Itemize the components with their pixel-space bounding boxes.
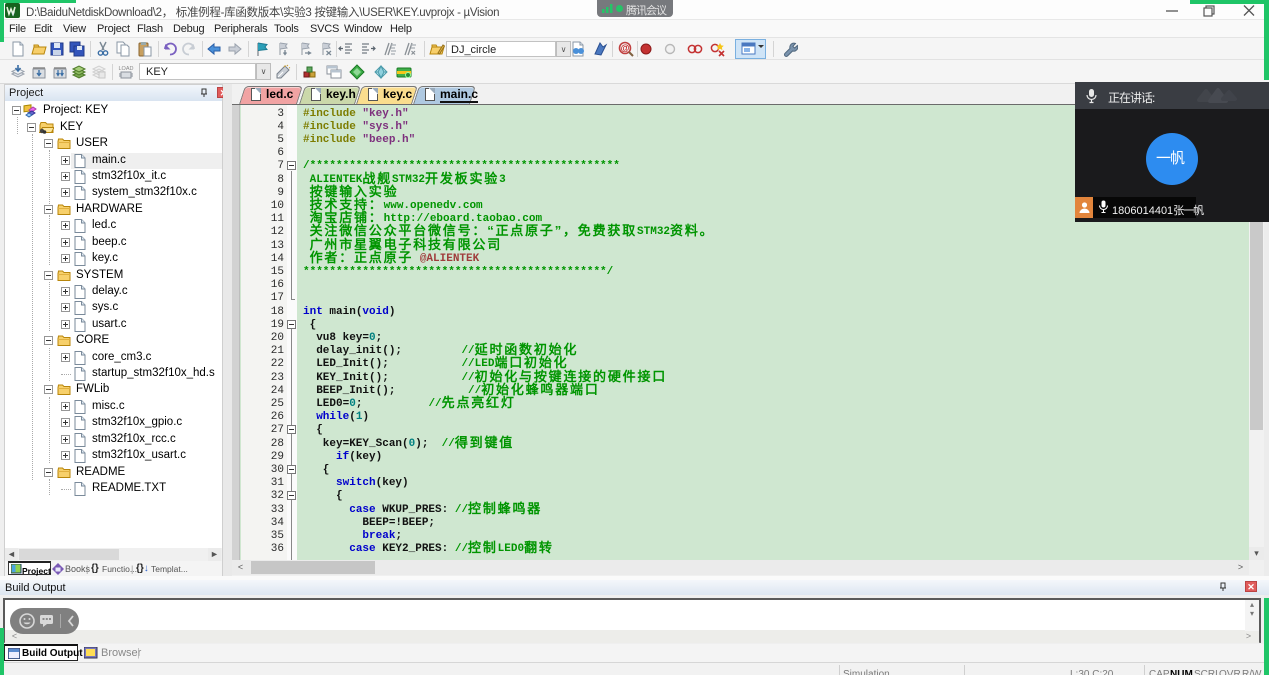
svg-text:LOAD: LOAD — [119, 66, 134, 72]
svg-text:@: @ — [621, 43, 630, 53]
svg-text:V: V — [11, 12, 15, 18]
